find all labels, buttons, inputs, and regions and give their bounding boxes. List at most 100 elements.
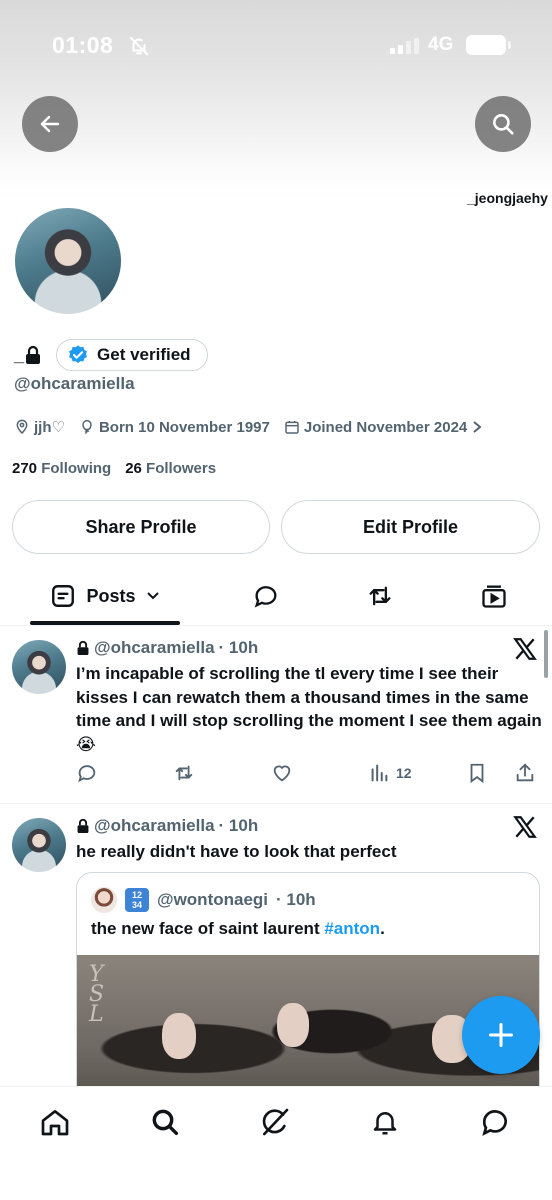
bio-location: jjh♡: [14, 418, 65, 436]
post-text: he really didn't have to look that perfe…: [76, 842, 397, 861]
post-time: · 10h: [218, 638, 259, 657]
followers-link[interactable]: 26 Followers: [125, 460, 216, 477]
chat-bubble-icon: [482, 1110, 507, 1136]
back-button[interactable]: [22, 96, 78, 152]
hashtag-link[interactable]: #anton: [324, 919, 380, 938]
battery-tip: [508, 41, 511, 49]
post-handle: @ohcaramiella: [94, 816, 215, 835]
quoted-post[interactable]: 12 34 @wontonaegi · 10h the new face of s…: [76, 872, 540, 1112]
reply-bubble-icon: [254, 586, 277, 608]
quoted-text-body: the new face of saint laurent: [91, 919, 325, 938]
ysl-logo: YSL: [89, 962, 105, 1027]
display-name: _: [14, 345, 42, 366]
birth-date-text: Born 10 November 1997: [98, 418, 270, 436]
followers-label: Followers: [146, 460, 217, 477]
quoted-text-trail: .: [380, 919, 385, 938]
photo-face: [162, 1013, 196, 1059]
birth-date: Born 10 November 1997: [79, 418, 270, 436]
photo-face: [277, 1003, 309, 1047]
post-text: I’m incapable of scrolling the tl every …: [76, 664, 542, 754]
grok-icon: [262, 1108, 289, 1136]
network-type: 4G: [428, 34, 454, 55]
quoted-handle: @wontonaegi: [157, 890, 269, 909]
repost-button[interactable]: [172, 762, 196, 784]
tab-reposts[interactable]: [358, 568, 402, 624]
tab-posts[interactable]: Posts: [30, 568, 180, 624]
nav-explore[interactable]: [148, 1105, 182, 1139]
compose-button[interactable]: [462, 996, 540, 1074]
follow-stats: 270 Following 26 Followers: [12, 460, 216, 477]
chevron-down-icon: [146, 592, 159, 600]
home-icon: [41, 1110, 69, 1136]
edit-profile-button[interactable]: Edit Profile: [281, 500, 540, 554]
like-button[interactable]: [270, 762, 294, 784]
plus-icon: [488, 1022, 514, 1048]
search-icon: [493, 114, 514, 135]
views-button[interactable]: 12: [368, 762, 412, 784]
nav-messages[interactable]: [478, 1105, 512, 1139]
display-name-text: _: [14, 344, 25, 365]
profile-meta: jjh♡ Born 10 November 1997 Joined Novemb…: [14, 418, 483, 436]
get-verified-button[interactable]: Get verified: [56, 339, 208, 371]
signal-icon: [390, 38, 420, 59]
quoted-time: · 10h: [276, 890, 316, 909]
quoted-post-header: 12 34 @wontonaegi · 10h: [91, 887, 316, 913]
bio-location-text: jjh♡: [34, 419, 65, 436]
bell-icon: [373, 1112, 397, 1135]
joined-date[interactable]: Joined November 2024: [284, 418, 483, 436]
post-item[interactable]: @ohcaramiella · 10h I’m incapable of scr…: [0, 628, 552, 804]
tab-posts-label: Posts: [86, 585, 136, 606]
status-time: 01:08: [52, 32, 114, 58]
nav-grok[interactable]: [258, 1105, 292, 1139]
arrow-left-icon: [40, 115, 60, 133]
followers-count: 26: [125, 460, 142, 477]
chevron-right-icon: [473, 421, 482, 433]
views-count: 12: [396, 765, 412, 781]
bottom-nav: [0, 1086, 552, 1200]
balloon-icon: [82, 419, 92, 434]
search-button[interactable]: [475, 96, 531, 152]
quoted-avatar: [91, 887, 117, 913]
share-button[interactable]: [514, 762, 536, 784]
profile-name-row: _ Get verified: [14, 338, 208, 372]
lock-icon: [77, 640, 89, 655]
joined-date-text: Joined November 2024: [303, 418, 468, 436]
post-avatar[interactable]: [12, 640, 66, 694]
following-count: 270: [12, 460, 38, 477]
active-tab-indicator: [30, 621, 180, 625]
reply-icon: [78, 765, 96, 783]
quoted-text: the new face of saint laurent #anton.: [91, 919, 385, 939]
repost-icon: [175, 765, 193, 781]
nav-home[interactable]: [38, 1105, 72, 1139]
post-header: @ohcaramiella · 10h: [76, 816, 258, 836]
post-handle: @ohcaramiella: [94, 638, 215, 657]
post-actions: 12: [76, 762, 542, 786]
profile-avatar[interactable]: [12, 205, 124, 317]
nav-notifications[interactable]: [368, 1105, 402, 1139]
tab-media[interactable]: [472, 568, 516, 624]
share-icon: [516, 763, 534, 782]
profile-tabs: Posts: [0, 568, 552, 626]
reply-button[interactable]: [76, 762, 98, 784]
calendar-icon: [285, 421, 299, 434]
header-handle-peek: _jeongjaehy: [467, 190, 548, 206]
posts-icon: [52, 585, 75, 607]
bookmark-button[interactable]: [466, 762, 488, 784]
repost-icon: [369, 586, 391, 606]
following-link[interactable]: 270 Following: [12, 460, 111, 477]
bell-slash-icon: [128, 35, 150, 62]
media-play-icon: [482, 585, 506, 608]
heart-icon: [273, 765, 291, 782]
profile-handle: @ohcaramiella: [14, 374, 135, 393]
status-bar: 01:08 4G: [0, 30, 552, 62]
lock-icon: [26, 345, 41, 364]
analytics-icon: [371, 764, 388, 782]
tab-replies[interactable]: [244, 568, 288, 624]
post-avatar[interactable]: [12, 818, 66, 872]
share-profile-button[interactable]: Share Profile: [12, 500, 270, 554]
location-pin-icon: [16, 419, 28, 435]
scrollbar[interactable]: [544, 630, 548, 678]
lock-icon: [77, 818, 89, 833]
post-time: · 10h: [218, 816, 259, 835]
post-header: @ohcaramiella · 10h: [76, 638, 258, 658]
